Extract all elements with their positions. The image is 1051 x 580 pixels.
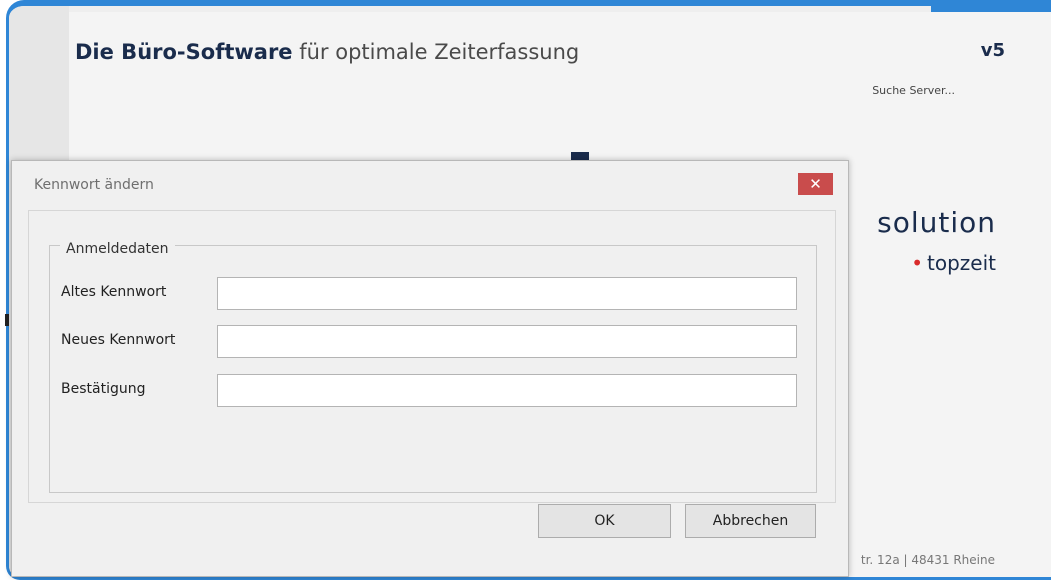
cancel-button[interactable]: Abbrechen xyxy=(685,504,816,538)
old-password-field[interactable] xyxy=(217,277,797,310)
status-text: Suche Server... xyxy=(872,84,955,97)
new-password-field[interactable] xyxy=(217,325,797,358)
logo-sub: • topzeit xyxy=(911,251,996,275)
change-password-dialog: Kennwort ändern ✕ Anmeldedaten Altes Ken… xyxy=(11,160,849,577)
splash-top-strip xyxy=(931,6,1051,12)
logo-sub-text: topzeit xyxy=(927,251,996,275)
logo-dot-icon: • xyxy=(911,251,924,275)
headline-rest: für optimale Zeiterfassung xyxy=(292,40,580,64)
ok-button[interactable]: OK xyxy=(538,504,671,538)
edge-mark xyxy=(5,314,9,326)
old-password-label: Altes Kennwort xyxy=(61,284,167,300)
headline-brand: Die Büro-Software xyxy=(75,40,293,64)
splash-top-edge xyxy=(69,6,1051,12)
group-title: Anmeldedaten xyxy=(60,241,175,257)
dialog-title: Kennwort ändern xyxy=(34,177,154,193)
address-text: tr. 12a | 48431 Rheine xyxy=(860,553,995,567)
close-icon[interactable]: ✕ xyxy=(798,173,833,195)
confirm-password-label: Bestätigung xyxy=(61,381,146,397)
version-label: v5 xyxy=(980,40,1005,61)
confirm-password-field[interactable] xyxy=(217,374,797,407)
splash-headline: Die Büro-Software für optimale Zeiterfas… xyxy=(75,40,579,64)
logo-text: solution xyxy=(877,206,996,239)
new-password-label: Neues Kennwort xyxy=(61,332,176,348)
